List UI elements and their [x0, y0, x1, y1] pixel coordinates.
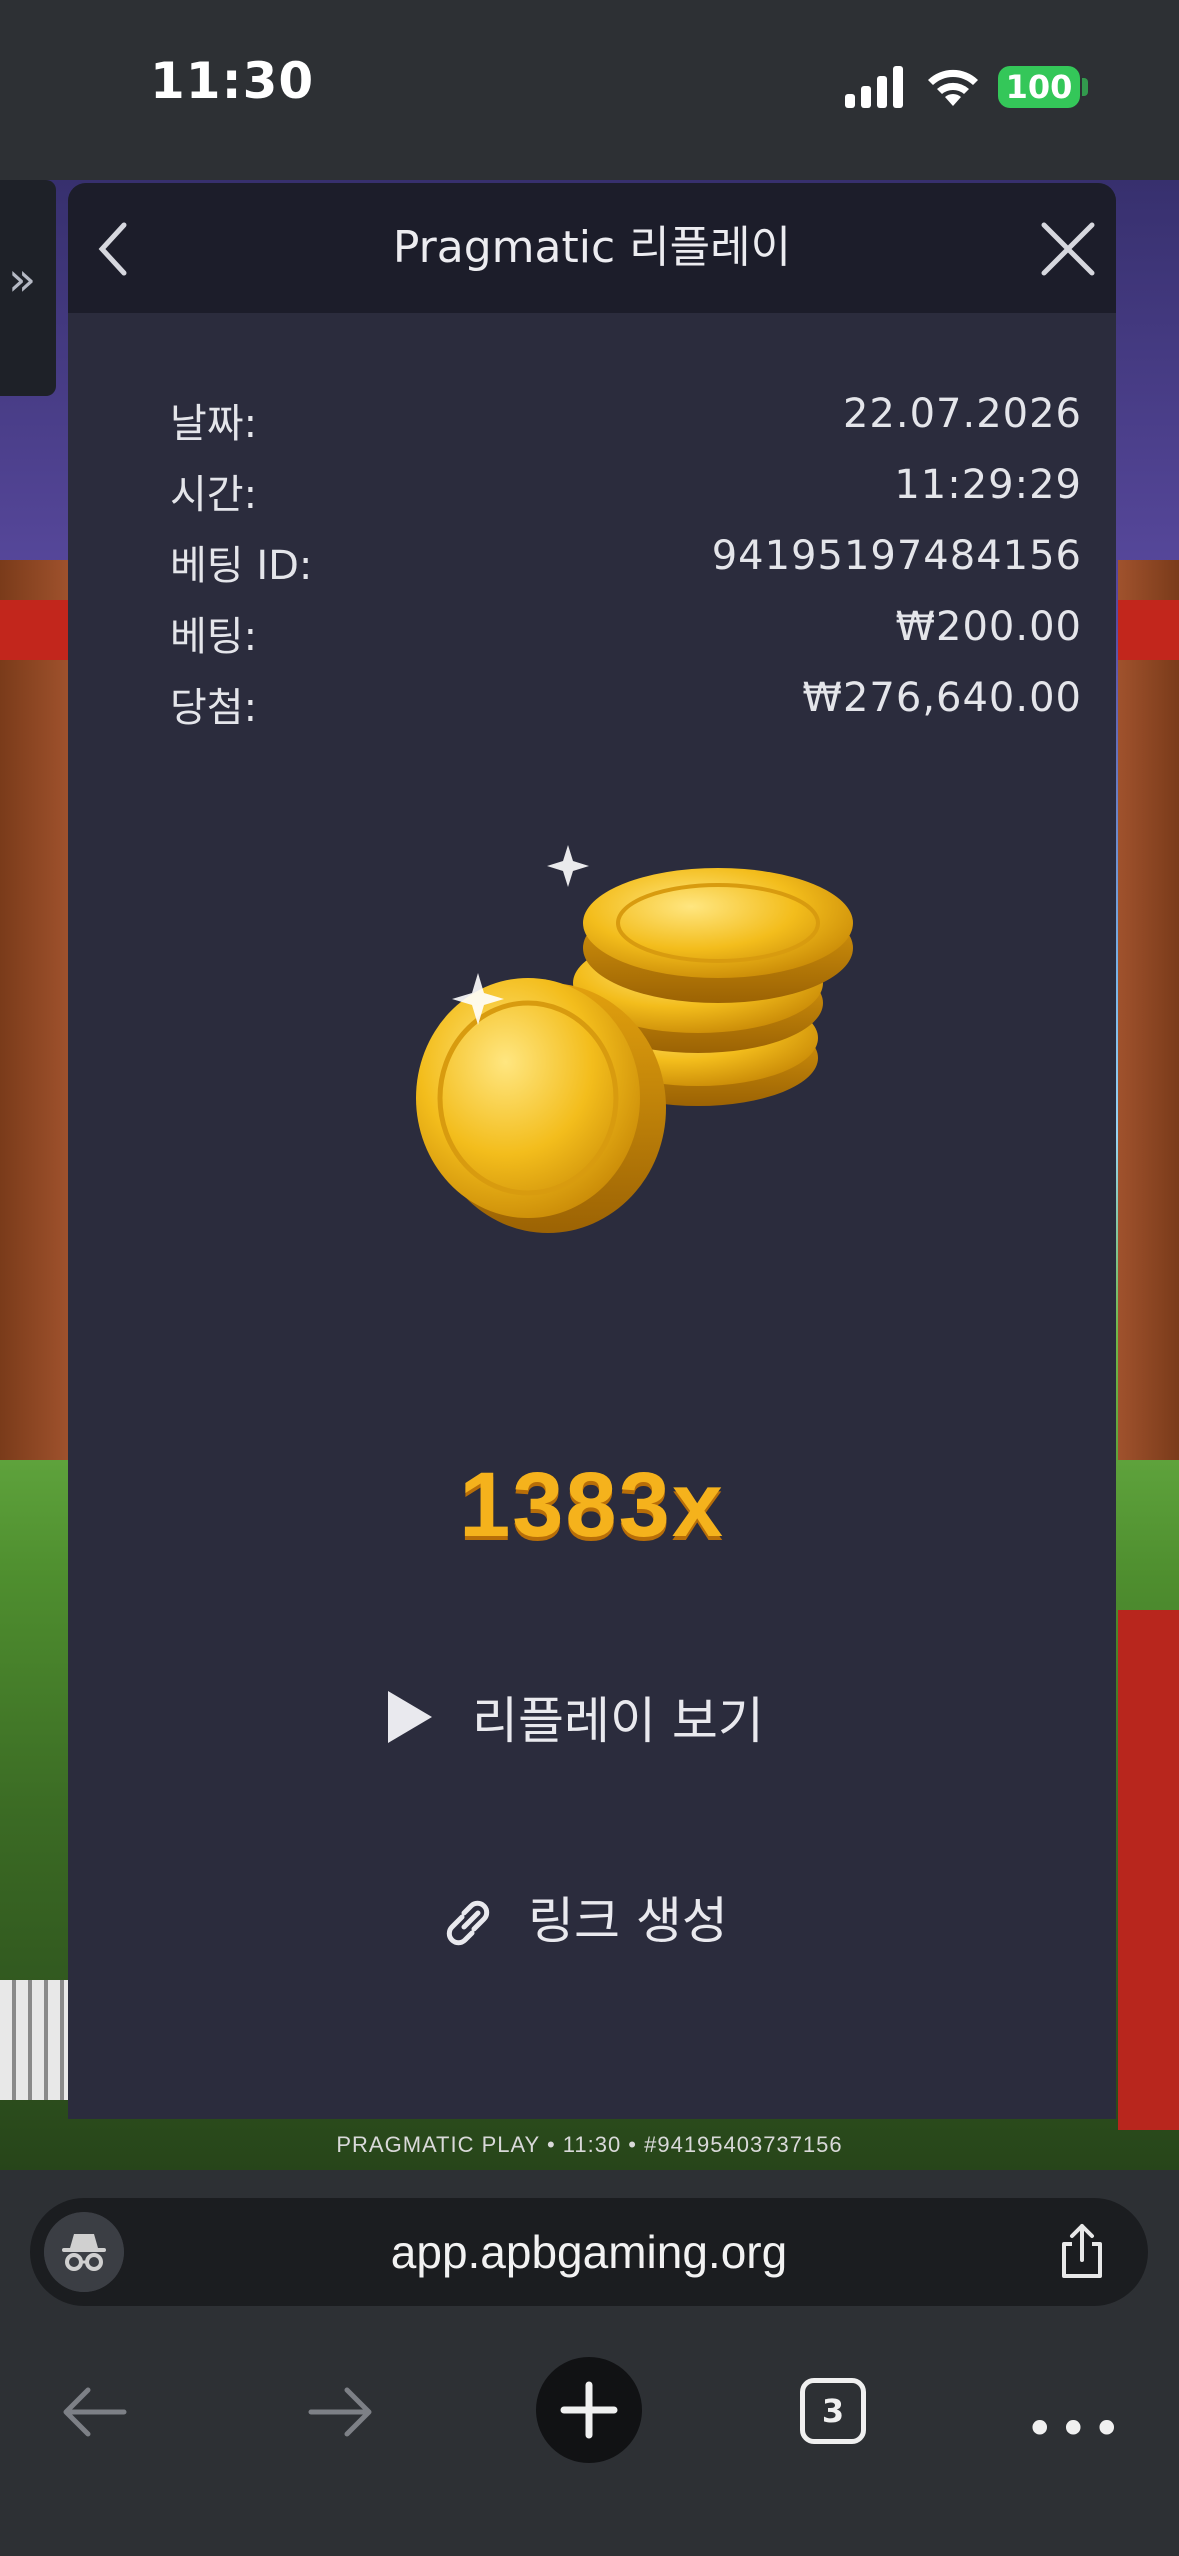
info-row-bet-id: 베팅 ID: 94195197484156 [170, 533, 1082, 604]
game-fence [0, 1980, 70, 2100]
back-chevron-icon[interactable] [86, 217, 146, 281]
incognito-icon[interactable] [44, 2212, 124, 2292]
battery-tip [1082, 78, 1088, 96]
date-label: 날짜: [170, 401, 258, 447]
info-row-win: 당첨: ₩276,640.00 [170, 675, 1082, 746]
bet-label: 베팅: [170, 614, 258, 660]
status-bar: 11:30 100 [0, 0, 1179, 180]
double-chevron-right-icon: » [8, 252, 37, 306]
status-time: 11:30 [150, 52, 315, 110]
play-icon [388, 1691, 432, 1743]
link-icon [446, 1900, 490, 1946]
create-link-button[interactable]: 링크 생성 [438, 1873, 818, 1963]
bet-id-value: 94195197484156 [711, 533, 1082, 579]
modal-header: Pragmatic 리플레이 [68, 183, 1116, 313]
time-value: 11:29:29 [894, 462, 1082, 508]
back-arrow-icon[interactable] [58, 2382, 130, 2442]
address-bar[interactable]: app.apbgaming.org [30, 2198, 1148, 2306]
more-options-icon[interactable]: ••• [1025, 2400, 1125, 2458]
replay-modal: Pragmatic 리플레이 날짜: 22.07.2026 시간: 11:29:… [68, 183, 1116, 2119]
watch-replay-label: 리플레이 보기 [472, 1692, 764, 1750]
watch-replay-button[interactable]: 리플레이 보기 [388, 1673, 808, 1763]
info-row-time: 시간: 11:29:29 [170, 462, 1082, 533]
close-icon[interactable] [1036, 217, 1100, 281]
share-icon[interactable] [1050, 2220, 1114, 2284]
game-roof-right [1118, 600, 1179, 660]
info-row-date: 날짜: 22.07.2026 [170, 391, 1082, 462]
cellular-signal-icon [845, 66, 903, 108]
new-tab-button[interactable] [536, 2357, 642, 2463]
win-multiplier: 1383x [459, 1454, 725, 1556]
game-sidebar-toggle[interactable]: » [0, 180, 56, 396]
url-text[interactable]: app.apbgaming.org [30, 2198, 1148, 2306]
battery-indicator: 100 [998, 66, 1080, 108]
game-roof-left [0, 600, 70, 660]
tabs-count-button[interactable]: 3 [800, 2378, 866, 2444]
game-scenery-right [1118, 560, 1179, 1460]
game-footer-text: PRAGMATIC PLAY • 11:30 • #94195403737156 [336, 2132, 843, 2157]
gold-coins-icon [416, 845, 853, 1233]
date-value: 22.07.2026 [842, 391, 1082, 437]
plus-icon [560, 2381, 618, 2439]
win-value: ₩276,640.00 [802, 675, 1082, 721]
win-label: 당첨: [170, 685, 258, 731]
forward-arrow-icon[interactable] [305, 2382, 377, 2442]
game-red-barn [1118, 1610, 1179, 2130]
bet-info-table: 날짜: 22.07.2026 시간: 11:29:29 베팅 ID: 94195… [170, 391, 1082, 746]
info-row-bet: 베팅: ₩200.00 [170, 604, 1082, 675]
modal-title: Pragmatic 리플레이 [392, 222, 792, 273]
bet-id-label: 베팅 ID: [170, 543, 313, 589]
wifi-icon [928, 69, 978, 106]
game-scenery-left [0, 560, 70, 1460]
create-link-label: 링크 생성 [528, 1892, 728, 1950]
bet-value: ₩200.00 [895, 604, 1082, 650]
time-label: 시간: [170, 472, 258, 518]
browser-toolbar: app.apbgaming.org 3 ••• [0, 2170, 1179, 2556]
